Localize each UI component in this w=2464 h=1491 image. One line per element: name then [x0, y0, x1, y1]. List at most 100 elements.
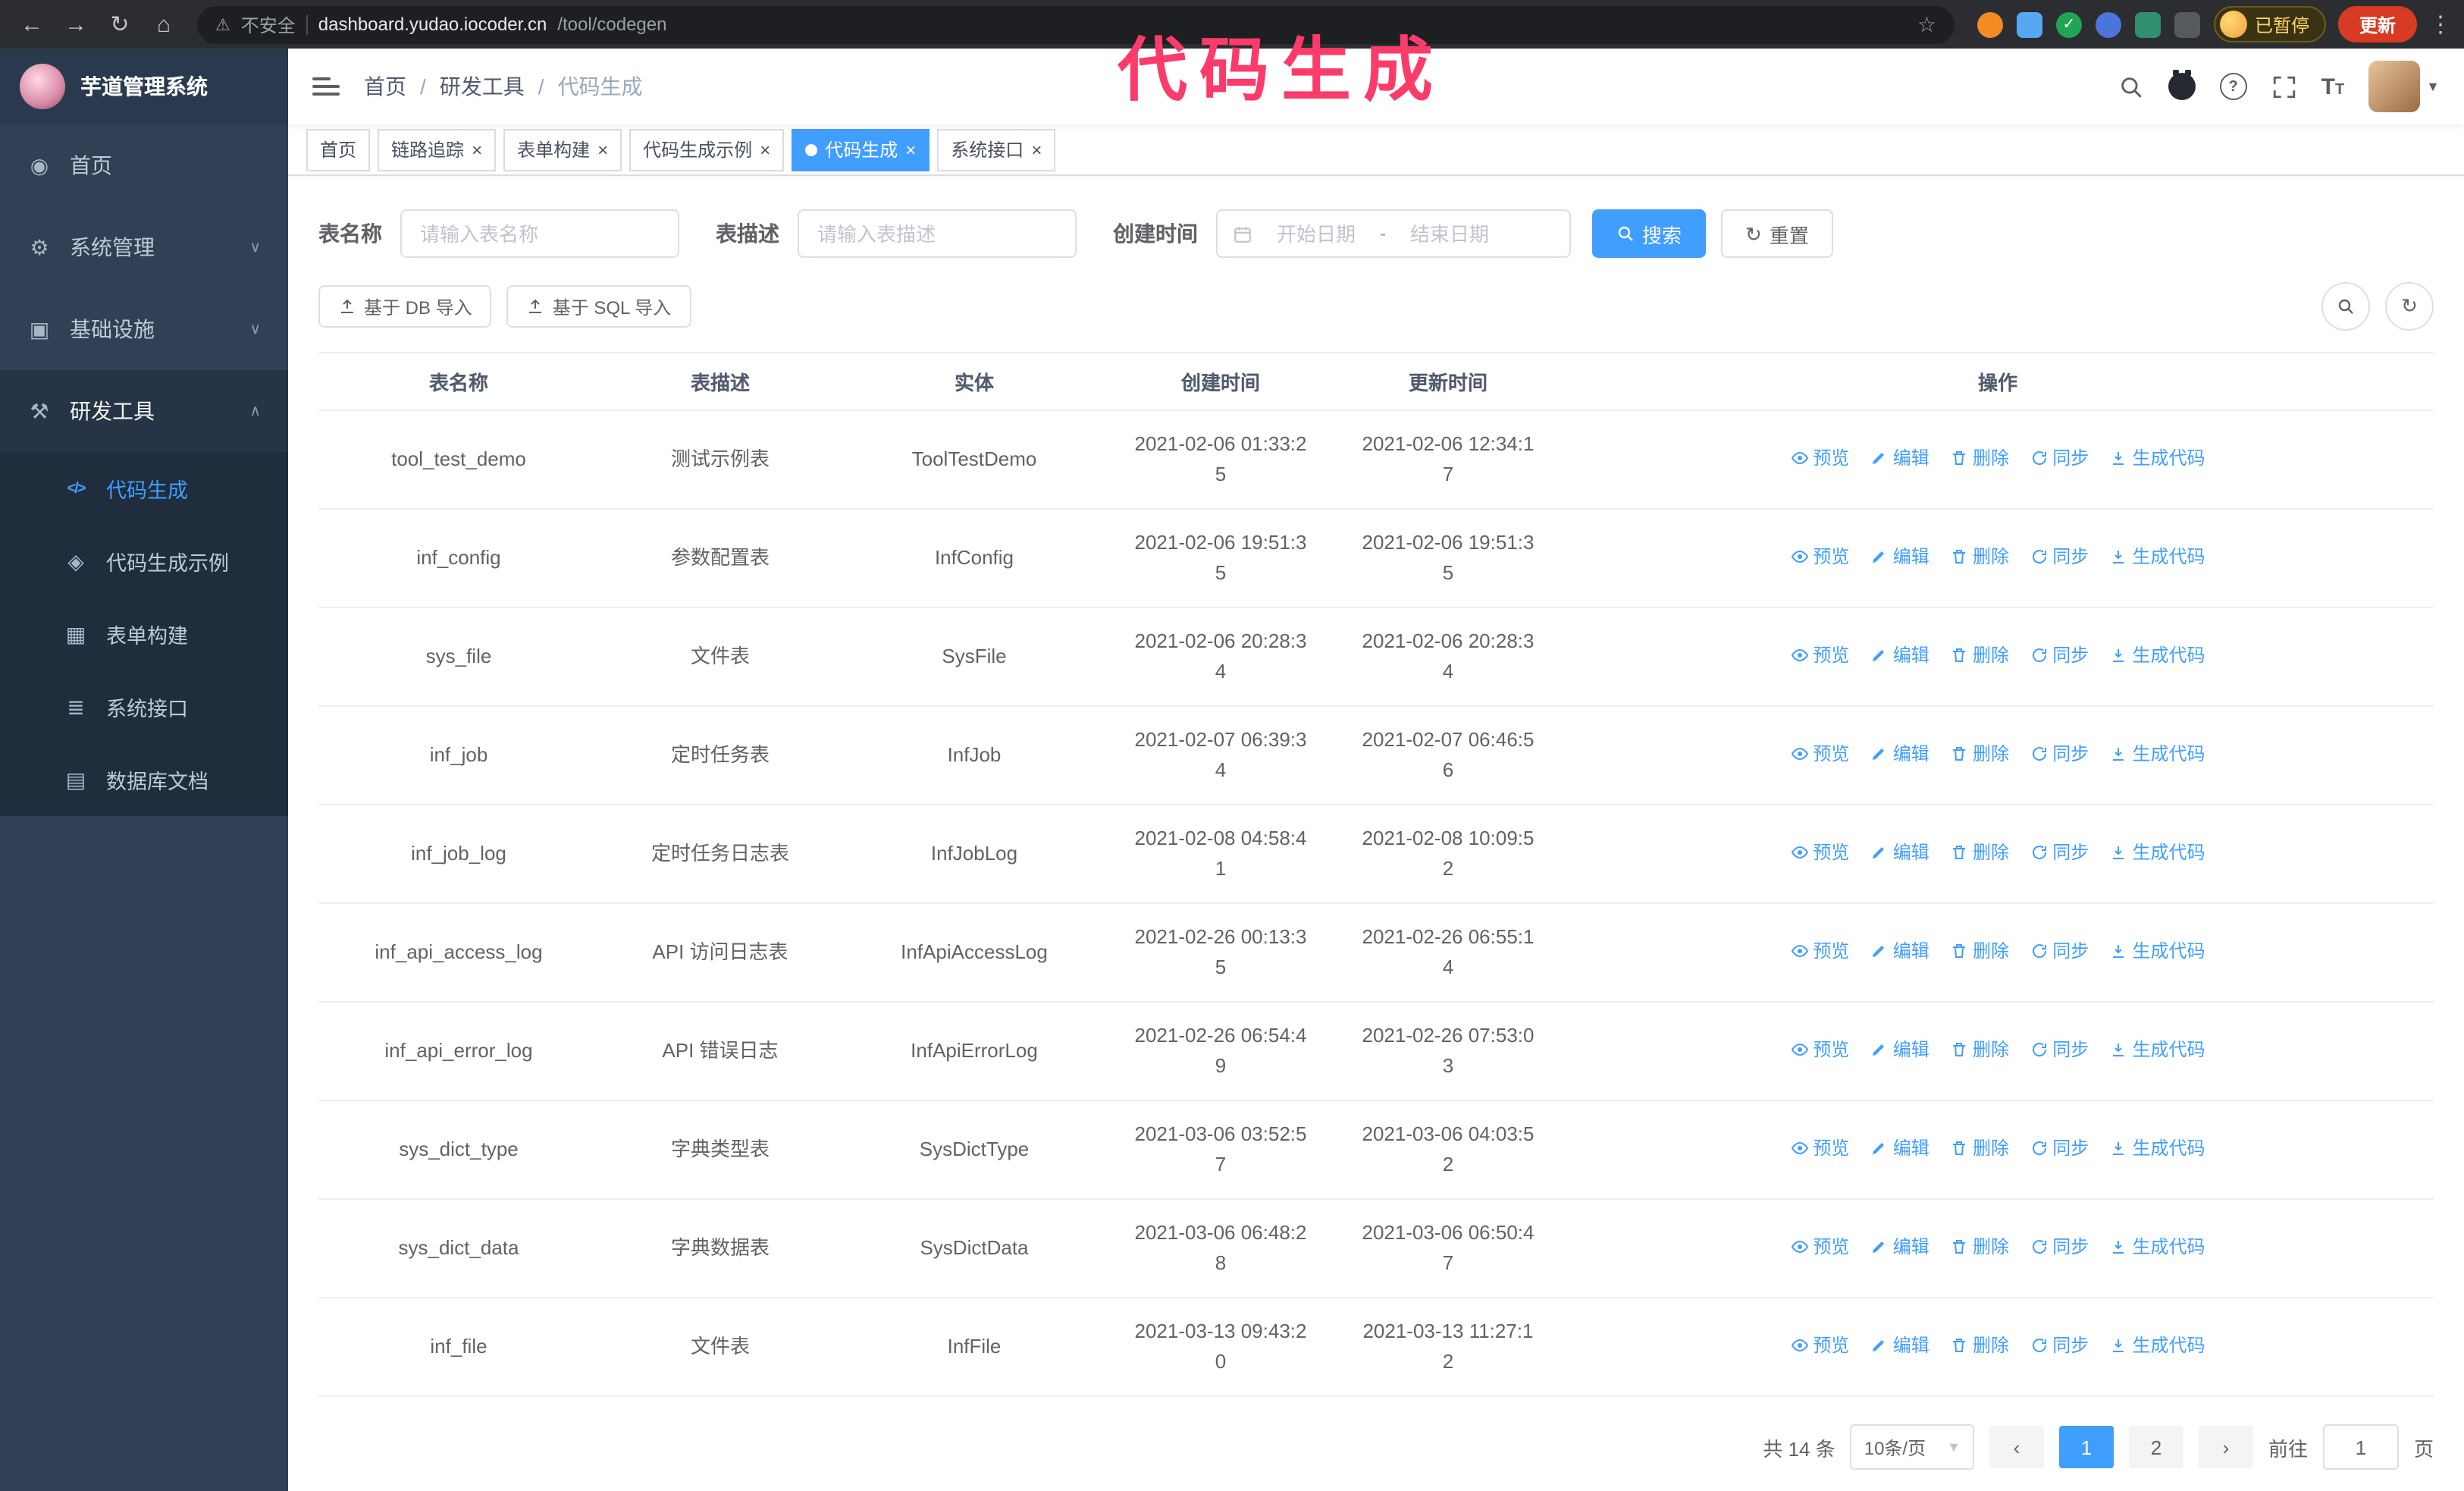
sidebar-subitem-form-builder[interactable]: ▦ 表单构建: [0, 598, 288, 670]
search-button[interactable]: 搜索: [1592, 209, 1707, 258]
import-db-button[interactable]: 基于 DB 导入: [318, 285, 492, 328]
page-button-1[interactable]: 1: [2058, 1426, 2114, 1468]
page-button-2[interactable]: 2: [2128, 1426, 2183, 1468]
page-size-select[interactable]: 10条/页 ▼: [1850, 1424, 1974, 1470]
sync-link[interactable]: 同步: [2030, 640, 2089, 670]
generate-code-link[interactable]: 生成代码: [2110, 837, 2205, 868]
close-icon[interactable]: ×: [760, 140, 770, 159]
preview-link[interactable]: 预览: [1790, 739, 1849, 769]
generate-code-link[interactable]: 生成代码: [2110, 1133, 2205, 1163]
delete-link[interactable]: 删除: [1950, 936, 2009, 966]
sync-link[interactable]: 同步: [2030, 1232, 2089, 1262]
browser-menu-icon[interactable]: ⋮: [2429, 11, 2452, 38]
delete-link[interactable]: 删除: [1950, 640, 2009, 670]
sync-link[interactable]: 同步: [2030, 1330, 2089, 1361]
sidebar-toggle-icon[interactable]: [312, 77, 340, 96]
prev-page-button[interactable]: ‹: [1989, 1426, 2044, 1468]
generate-code-link[interactable]: 生成代码: [2110, 1330, 2205, 1361]
github-icon[interactable]: [2168, 70, 2196, 100]
sidebar-item-system-management[interactable]: ⚙ 系统管理 ∨: [0, 206, 288, 288]
generate-code-link[interactable]: 生成代码: [2110, 739, 2205, 769]
generate-code-link[interactable]: 生成代码: [2110, 1034, 2205, 1065]
next-page-button[interactable]: ›: [2198, 1426, 2253, 1468]
delete-link[interactable]: 删除: [1950, 1330, 2009, 1361]
sidebar-subitem-codegen-example[interactable]: ◈ 代码生成示例: [0, 525, 288, 598]
end-date-input[interactable]: [1395, 222, 1504, 245]
sidebar-item-infrastructure[interactable]: ▣ 基础设施 ∨: [0, 288, 288, 370]
profile-paused-badge[interactable]: 已暂停: [2213, 6, 2326, 42]
preview-link[interactable]: 预览: [1790, 640, 1849, 670]
close-icon[interactable]: ×: [472, 140, 482, 159]
edit-link[interactable]: 编辑: [1870, 1034, 1930, 1065]
generate-code-link[interactable]: 生成代码: [2110, 541, 2205, 572]
extension-icon-5[interactable]: [2134, 11, 2161, 37]
home-button[interactable]: ⌂: [144, 5, 183, 44]
delete-link[interactable]: 删除: [1950, 739, 2009, 769]
search-icon[interactable]: [2118, 74, 2144, 99]
sidebar-subitem-system-api[interactable]: ≣ 系统接口: [0, 670, 288, 743]
browser-update-button[interactable]: 更新: [2337, 6, 2417, 42]
sync-link[interactable]: 同步: [2030, 541, 2089, 572]
delete-link[interactable]: 删除: [1950, 443, 2009, 473]
sidebar-item-home[interactable]: ◉ 首页: [0, 124, 288, 206]
preview-link[interactable]: 预览: [1790, 541, 1849, 572]
close-icon[interactable]: ×: [905, 140, 916, 159]
delete-link[interactable]: 删除: [1950, 1034, 2009, 1065]
sidebar-subitem-db-docs[interactable]: ▤ 数据库文档: [0, 743, 288, 816]
delete-link[interactable]: 删除: [1950, 1133, 2009, 1163]
sync-link[interactable]: 同步: [2030, 936, 2089, 966]
address-bar[interactable]: ⚠ 不安全 dashboard.yudao.iocoder.cn /tool/c…: [197, 5, 1955, 43]
edit-link[interactable]: 编辑: [1870, 1133, 1930, 1163]
start-date-input[interactable]: [1262, 222, 1371, 245]
edit-link[interactable]: 编辑: [1870, 443, 1930, 473]
back-button[interactable]: ←: [12, 5, 52, 44]
table-desc-input[interactable]: [798, 209, 1077, 258]
delete-link[interactable]: 删除: [1950, 1232, 2009, 1262]
puzzle-extensions-icon[interactable]: [2174, 11, 2200, 37]
reload-button[interactable]: ↻: [100, 5, 140, 44]
tab-link-trace[interactable]: 链路追踪 ×: [378, 128, 497, 171]
generate-code-link[interactable]: 生成代码: [2110, 443, 2205, 473]
tab-home[interactable]: 首页: [306, 128, 371, 171]
close-icon[interactable]: ×: [1031, 140, 1042, 159]
toggle-search-button[interactable]: [2321, 282, 2370, 331]
goto-page-input[interactable]: [2322, 1424, 2399, 1470]
edit-link[interactable]: 编辑: [1870, 739, 1930, 769]
forward-button[interactable]: →: [56, 5, 96, 44]
extension-icon-1[interactable]: [1977, 11, 2003, 37]
extension-icon-4[interactable]: [2095, 11, 2121, 37]
user-menu[interactable]: ▼: [2368, 61, 2440, 112]
preview-link[interactable]: 预览: [1790, 1133, 1849, 1163]
breadcrumb-dev-tools[interactable]: 研发工具: [440, 71, 525, 102]
delete-link[interactable]: 删除: [1950, 837, 2009, 868]
breadcrumb-home[interactable]: 首页: [364, 71, 406, 102]
import-sql-button[interactable]: 基于 SQL 导入: [506, 285, 691, 328]
preview-link[interactable]: 预览: [1790, 1232, 1849, 1262]
generate-code-link[interactable]: 生成代码: [2110, 640, 2205, 670]
edit-link[interactable]: 编辑: [1870, 1232, 1930, 1262]
close-icon[interactable]: ×: [597, 140, 608, 159]
sidebar-logo[interactable]: 芋道管理系统: [0, 49, 288, 124]
preview-link[interactable]: 预览: [1790, 1034, 1849, 1065]
sync-link[interactable]: 同步: [2030, 1133, 2089, 1163]
edit-link[interactable]: 编辑: [1870, 936, 1930, 966]
edit-link[interactable]: 编辑: [1870, 1330, 1930, 1361]
edit-link[interactable]: 编辑: [1870, 541, 1930, 572]
sidebar-subitem-codegen[interactable]: </> 代码生成: [0, 452, 288, 525]
sync-link[interactable]: 同步: [2030, 443, 2089, 473]
extension-icon-2[interactable]: [2016, 11, 2042, 37]
edit-link[interactable]: 编辑: [1870, 837, 1930, 868]
preview-link[interactable]: 预览: [1790, 936, 1849, 966]
tab-system-api[interactable]: 系统接口 ×: [937, 128, 1056, 171]
preview-link[interactable]: 预览: [1790, 837, 1849, 868]
reset-button[interactable]: ↻ 重置: [1721, 209, 1833, 258]
tab-codegen[interactable]: 代码生成 ×: [792, 128, 930, 171]
sidebar-item-dev-tools[interactable]: ⚒ 研发工具 ∧: [0, 370, 288, 452]
preview-link[interactable]: 预览: [1790, 1330, 1849, 1361]
extension-icon-3[interactable]: ✓: [2055, 11, 2082, 37]
generate-code-link[interactable]: 生成代码: [2110, 1232, 2205, 1262]
sync-link[interactable]: 同步: [2030, 837, 2089, 868]
refresh-table-button[interactable]: ↻: [2385, 282, 2434, 331]
bookmark-star-icon[interactable]: ☆: [1917, 11, 1936, 37]
sync-link[interactable]: 同步: [2030, 1034, 2089, 1065]
